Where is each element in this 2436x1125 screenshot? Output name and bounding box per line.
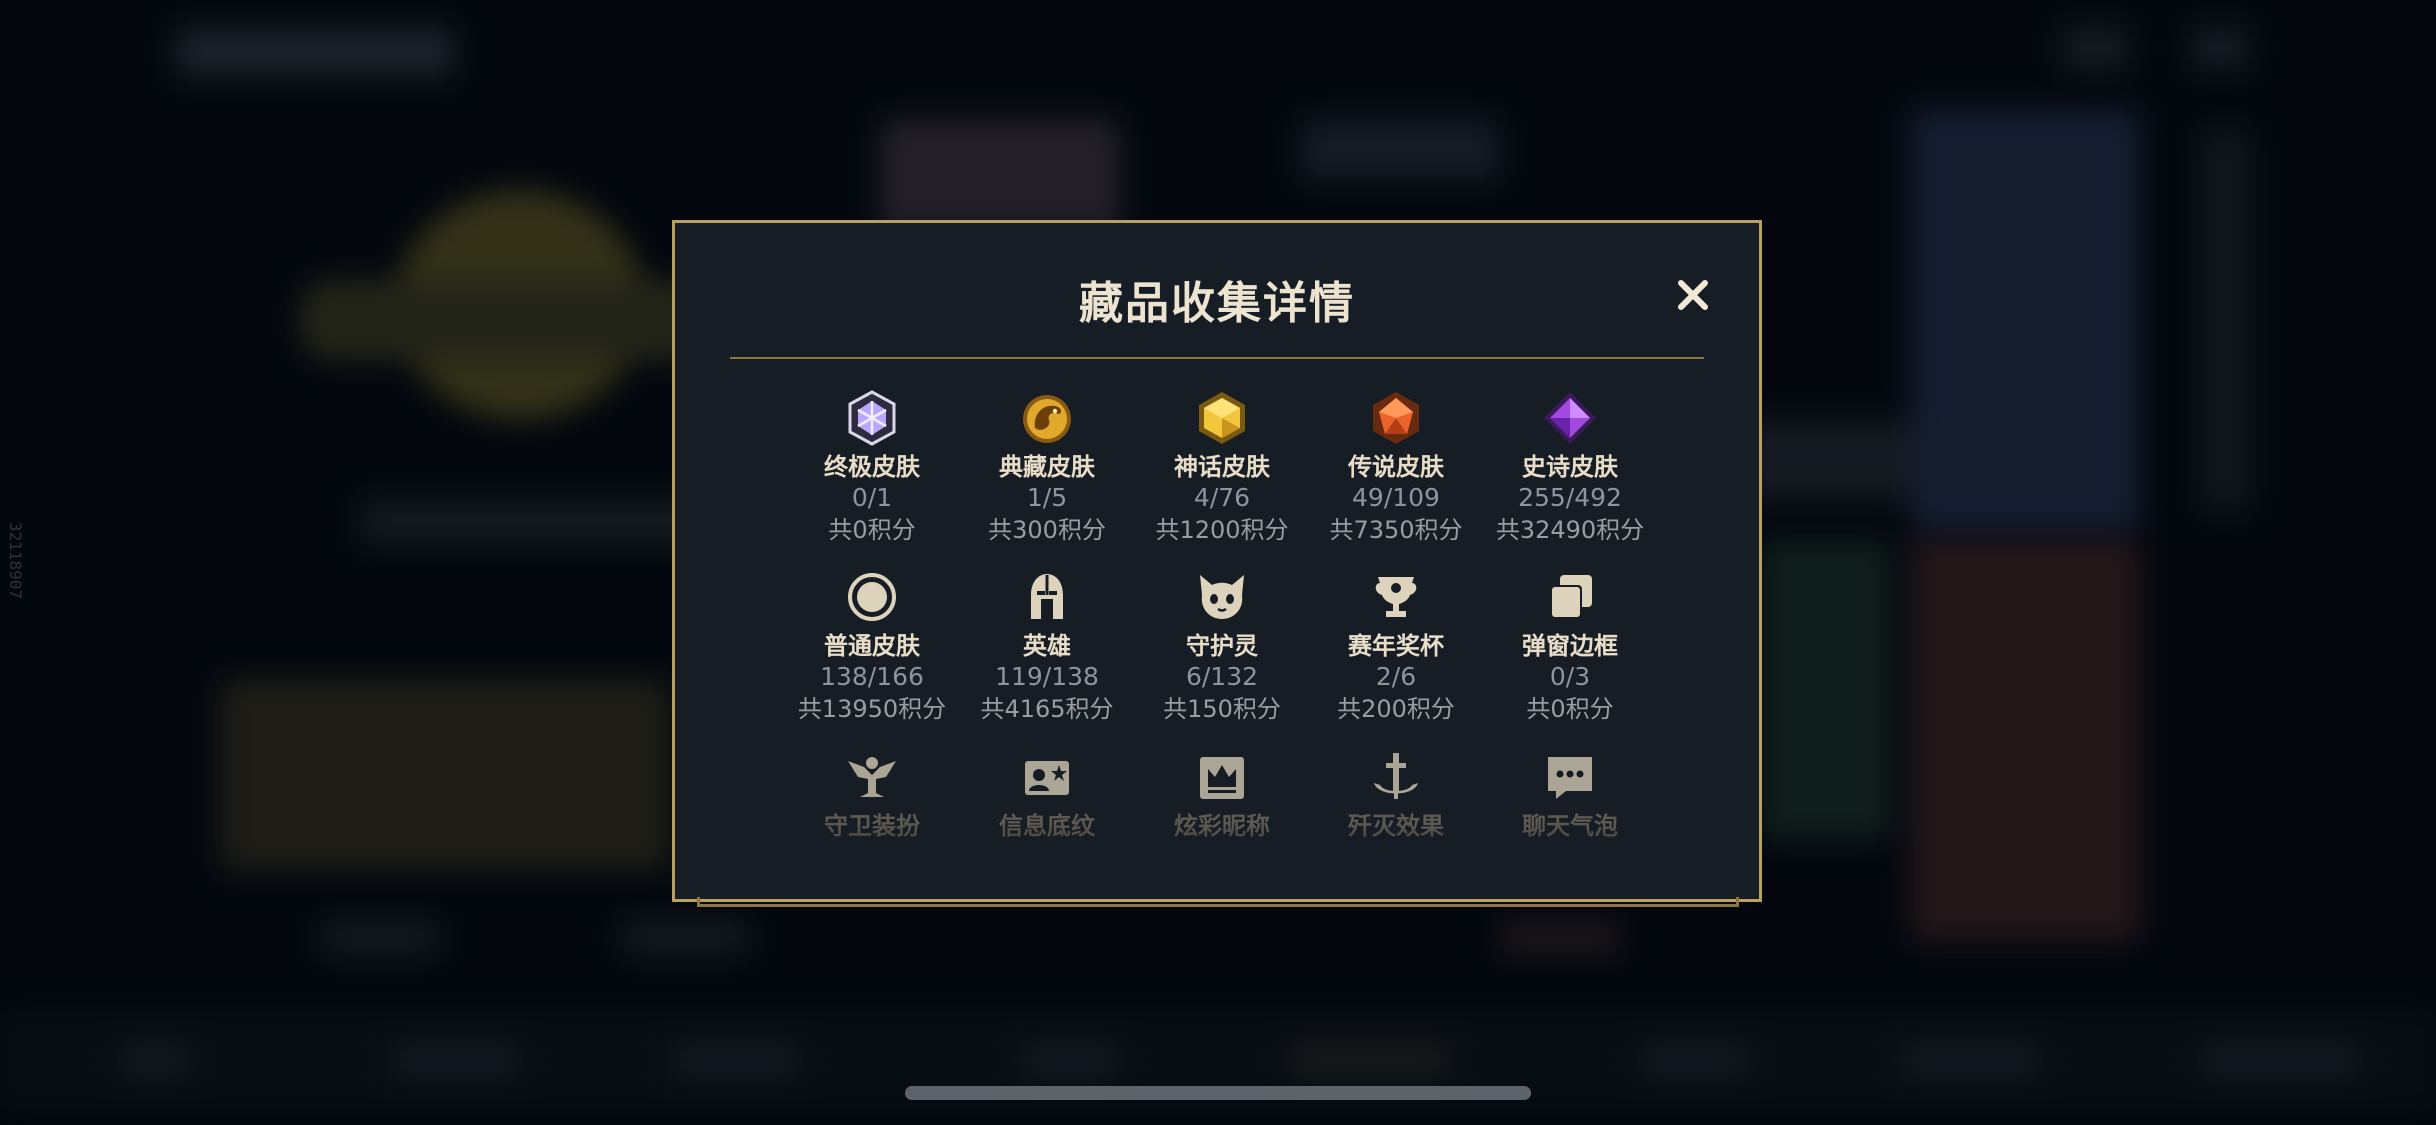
legendary-skin-gem-icon [1373, 392, 1419, 444]
helmet-icon [1031, 574, 1063, 619]
category-legendary-skin[interactable]: 传说皮肤 49/109 共7350积分 [1311, 390, 1481, 546]
guardian-creature-icon [1200, 575, 1244, 619]
category-epic-skin[interactable]: 史诗皮肤 255/492 共32490积分 [1485, 390, 1655, 546]
collection-details-dialog: 藏品收集详情 终极皮肤 0/1 共0积分 典藏皮肤 1/5 共300积分 神话皮… [672, 220, 1762, 902]
anchor-sword-icon [1374, 753, 1418, 799]
category-collection-skin[interactable]: 典藏皮肤 1/5 共300积分 [962, 390, 1132, 546]
trophy-icon [1375, 577, 1417, 617]
collection-skin-dragon-icon [1023, 395, 1071, 443]
normal-skin-circle-icon [848, 573, 896, 621]
category-season-trophy[interactable]: 赛年奖杯 2/6 共200积分 [1311, 569, 1481, 725]
profile-card-icon [1025, 761, 1069, 795]
category-normal-skin[interactable]: 普通皮肤 138/166 共13950积分 [787, 569, 957, 725]
mythic-skin-gem-icon [1199, 392, 1245, 444]
collection-grid: 终极皮肤 0/1 共0积分 典藏皮肤 1/5 共300积分 神话皮肤 4/76 … [675, 223, 1759, 899]
category-colorful-nickname[interactable]: 炫彩昵称 [1137, 749, 1307, 841]
ward-icon [848, 757, 896, 797]
screen: 32118907 藏品收集详情 终极皮肤 0/1 共0积分 典藏皮肤 1/5 共… [0, 0, 2436, 1125]
home-indicator[interactable] [905, 1086, 1531, 1100]
stacked-frames-icon [1550, 575, 1592, 619]
crown-nameplate-icon [1200, 757, 1244, 799]
side-id-text: 32118907 [6, 522, 25, 600]
category-ultimate-skin[interactable]: 终极皮肤 0/1 共0积分 [787, 390, 957, 546]
epic-skin-gem-icon [1544, 392, 1596, 444]
category-popup-frame[interactable]: 弹窗边框 0/3 共0积分 [1485, 569, 1655, 725]
category-profile-texture[interactable]: 信息底纹 [962, 749, 1132, 841]
category-heroes[interactable]: 英雄 119/138 共4165积分 [962, 569, 1132, 725]
category-chat-bubble[interactable]: 聊天气泡 [1485, 749, 1655, 841]
dialog-base-trim [697, 897, 1739, 907]
ultimate-skin-gem-icon [848, 390, 896, 446]
category-mythic-skin[interactable]: 神话皮肤 4/76 共1200积分 [1137, 390, 1307, 546]
chat-bubble-icon [1548, 757, 1592, 799]
category-ward-skin[interactable]: 守卫装扮 [787, 749, 957, 841]
category-ace-effect[interactable]: 歼灭效果 [1311, 749, 1481, 841]
category-guardian[interactable]: 守护灵 6/132 共150积分 [1137, 569, 1307, 725]
